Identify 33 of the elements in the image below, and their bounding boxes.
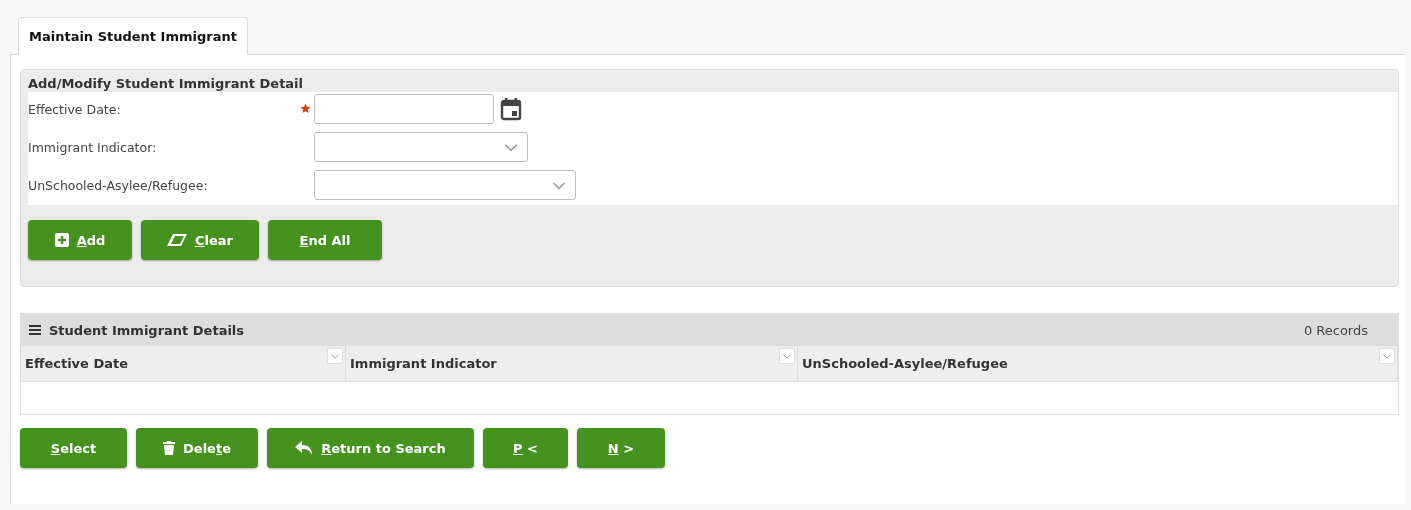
chevron-icon [1382,351,1392,361]
section-title: Add/Modify Student Immigrant Detail [27,75,305,92]
reply-arrow-icon [295,441,314,455]
action-button[interactable]: End All [268,220,382,260]
field-label: Effective Date: [28,101,122,117]
plus-icon [54,233,69,247]
dropdown-field[interactable] [314,170,576,200]
eraser-icon [167,234,187,246]
dropdown-field[interactable] [314,132,528,162]
chevron-icon [782,351,792,361]
date-input[interactable] [314,94,494,124]
chevron-icon [330,351,340,361]
action-button[interactable]: Select [20,428,127,468]
action-button[interactable]: Add [28,220,132,260]
column-menu-button[interactable] [1379,348,1395,364]
field-label: Immigrant Indicator: [28,139,158,155]
record-count: 0 Records [1303,322,1368,338]
calendar-icon[interactable] [500,97,522,121]
grid-title: Student Immigrant Details [49,322,245,338]
action-button[interactable]: Return to Search [267,428,474,468]
column-menu-button[interactable] [327,348,343,364]
action-button[interactable]: N > [577,428,665,468]
column-header[interactable]: Effective Date [25,356,129,371]
tab[interactable]: Maintain Student Immigrant [18,17,248,55]
column-menu-button[interactable] [779,348,795,364]
field-label: UnSchooled-Asylee/Refugee: [28,177,209,193]
trash-icon [163,441,176,455]
column-header[interactable]: UnSchooled-Asylee/Refugee [802,356,1008,371]
menu-icon[interactable] [29,325,41,335]
action-button[interactable]: P < [483,428,568,468]
action-button[interactable]: Clear [141,220,259,260]
action-button[interactable]: Delete [136,428,258,468]
column-header[interactable]: Immigrant Indicator [350,356,497,371]
